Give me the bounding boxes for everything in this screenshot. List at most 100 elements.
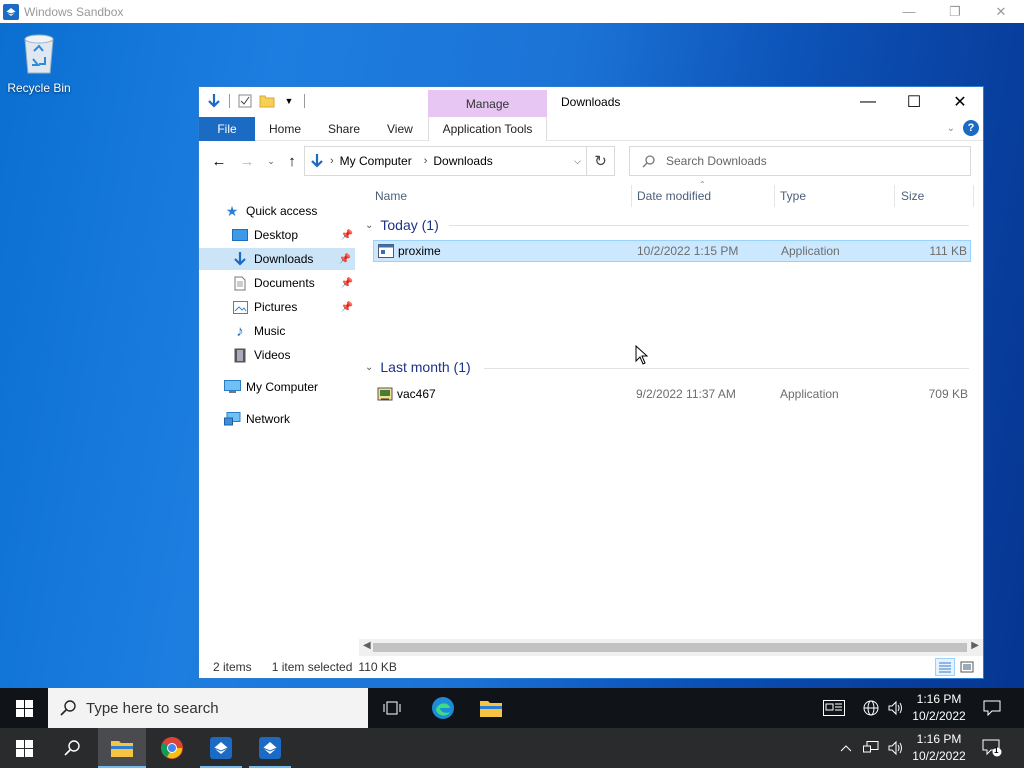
maximize-button[interactable]: ☐ [891, 87, 937, 117]
horizontal-scrollbar[interactable]: ◀ ▶ [359, 639, 983, 656]
collapse-chevron-icon[interactable]: ⌄ [365, 220, 373, 231]
nav-desktop[interactable]: Desktop 📌 [231, 224, 353, 246]
table-row[interactable]: vac467 9/2/2022 11:37 AM Application 709… [373, 383, 971, 405]
taskbar-search-input[interactable]: Type here to search [48, 688, 368, 728]
volume-icon[interactable] [884, 688, 906, 728]
sandbox-close-button[interactable]: ✕ [978, 0, 1024, 23]
installer-icon [377, 386, 393, 405]
tab-file[interactable]: File [199, 117, 255, 141]
file-explorer-icon[interactable] [467, 688, 515, 728]
pin-icon[interactable]: 📌 [341, 230, 353, 241]
forward-arrow-icon[interactable]: → [237, 151, 257, 171]
pin-icon[interactable]: 📌 [341, 278, 353, 289]
group-header-today[interactable]: ⌄ Today (1) [365, 215, 439, 235]
recycle-bin-shortcut[interactable]: Recycle Bin [5, 31, 73, 95]
table-row[interactable]: proxime 10/2/2022 1:15 PM Application 11… [373, 240, 971, 262]
news-icon[interactable] [820, 688, 848, 728]
column-header-name[interactable]: Name [375, 185, 407, 207]
nav-quick-access[interactable]: ★ Quick access [223, 200, 353, 222]
scrollbar-thumb[interactable] [373, 643, 967, 652]
mouse-cursor-icon [635, 345, 649, 365]
sandbox-app-icon-active[interactable] [246, 728, 294, 768]
tab-home[interactable]: Home [269, 117, 301, 141]
notification-icon[interactable]: 1 [978, 728, 1006, 768]
windows-logo-icon [15, 699, 33, 717]
sandbox-taskbar: Type here to search 1:16 PM 10/2/2022 [0, 688, 1024, 728]
globe-icon[interactable] [860, 688, 882, 728]
scroll-right-icon[interactable]: ▶ [971, 640, 979, 651]
new-folder-icon[interactable] [258, 92, 276, 110]
help-icon[interactable]: ? [963, 120, 979, 136]
file-list: Name Date modified ⌃ Type Size ⌄ Today (… [359, 177, 981, 647]
sort-indicator-icon: ⌃ [699, 180, 706, 189]
sandbox-restore-button[interactable]: ❐ [932, 0, 978, 23]
clock-date: 10/2/2022 [912, 709, 966, 723]
notification-icon[interactable] [978, 688, 1006, 728]
chevron-right-icon[interactable]: › [424, 155, 428, 167]
nav-documents[interactable]: Documents 📌 [231, 272, 353, 294]
host-start-button[interactable] [0, 728, 48, 768]
show-hidden-icons-icon[interactable] [836, 728, 856, 768]
properties-icon[interactable] [236, 92, 254, 110]
address-bar[interactable]: › My Computer › Downloads ⌵ [304, 146, 587, 176]
pin-icon[interactable]: 📌 [339, 254, 351, 265]
customize-qat-icon[interactable]: ▼ [280, 92, 298, 110]
nav-label: Network [246, 412, 291, 426]
computer-icon [223, 379, 241, 395]
nav-downloads[interactable]: Downloads 📌 [199, 248, 355, 270]
nav-label: Documents [254, 276, 315, 290]
start-button[interactable] [0, 688, 48, 728]
back-arrow-icon[interactable]: ← [209, 151, 229, 171]
scroll-left-icon[interactable]: ◀ [363, 640, 371, 651]
sandbox-minimize-button[interactable]: — [886, 0, 932, 23]
host-search-icon[interactable] [48, 728, 96, 768]
tab-view[interactable]: View [387, 117, 413, 141]
edge-icon[interactable] [419, 688, 467, 728]
nav-pictures[interactable]: Pictures 📌 [231, 296, 353, 318]
host-taskbar-clock[interactable]: 1:16 PM 10/2/2022 [906, 728, 972, 768]
refresh-icon[interactable]: ↻ [587, 146, 615, 176]
close-button[interactable]: ✕ [937, 87, 983, 117]
large-icons-view-icon[interactable] [957, 658, 977, 676]
sandbox-app-icon[interactable] [197, 728, 245, 768]
down-arrow-icon[interactable] [205, 92, 223, 110]
quick-access-toolbar: ▼ [205, 92, 307, 110]
column-header-size[interactable]: Size [901, 185, 924, 207]
search-input[interactable]: Search Downloads [629, 146, 971, 176]
group-header-last-month[interactable]: ⌄ Last month (1) [365, 357, 471, 377]
task-view-icon[interactable] [368, 688, 416, 728]
nav-my-computer[interactable]: My Computer [223, 376, 353, 398]
column-header-type[interactable]: Type [780, 185, 806, 207]
details-view-icon[interactable] [935, 658, 955, 676]
search-placeholder: Search Downloads [666, 154, 767, 168]
tab-manage[interactable]: Manage [428, 90, 547, 117]
nav-network[interactable]: Network [223, 408, 353, 430]
notification-count-badge: 1 [994, 746, 999, 755]
file-size: 111 KB [929, 244, 967, 258]
minimize-button[interactable]: — [845, 87, 891, 117]
recent-locations-icon[interactable]: ⌄ [261, 151, 281, 171]
network-status-icon[interactable] [860, 728, 882, 768]
taskbar-clock[interactable]: 1:16 PM 10/2/2022 [906, 688, 972, 728]
host-file-explorer-icon[interactable] [98, 728, 146, 768]
nav-videos[interactable]: Videos [231, 344, 353, 366]
chevron-right-icon[interactable]: › [330, 155, 334, 167]
status-bar: 2 items 1 item selected 110 KB [199, 656, 983, 678]
chrome-icon[interactable] [148, 728, 196, 768]
file-name: vac467 [397, 387, 436, 401]
up-arrow-icon[interactable]: ↑ [282, 151, 302, 171]
breadcrumb-downloads[interactable]: Downloads [433, 154, 492, 168]
nav-music[interactable]: ♪ Music [231, 320, 353, 342]
address-dropdown-icon[interactable]: ⌵ [574, 156, 581, 167]
expand-ribbon-icon[interactable]: ⌄ [947, 123, 955, 134]
tab-application-tools[interactable]: Application Tools [428, 117, 547, 141]
breadcrumb-my-computer[interactable]: My Computer [340, 154, 412, 168]
tab-share[interactable]: Share [328, 117, 360, 141]
pin-icon[interactable]: 📌 [341, 302, 353, 313]
volume-icon[interactable] [884, 728, 906, 768]
nav-label: My Computer [246, 380, 319, 394]
collapse-chevron-icon[interactable]: ⌄ [365, 362, 373, 373]
clock-time: 1:16 PM [916, 732, 962, 746]
clock-time: 1:16 PM [916, 692, 962, 706]
file-explorer-window: ▼ Manage Downloads — ☐ ✕ File Home Share… [198, 86, 984, 679]
